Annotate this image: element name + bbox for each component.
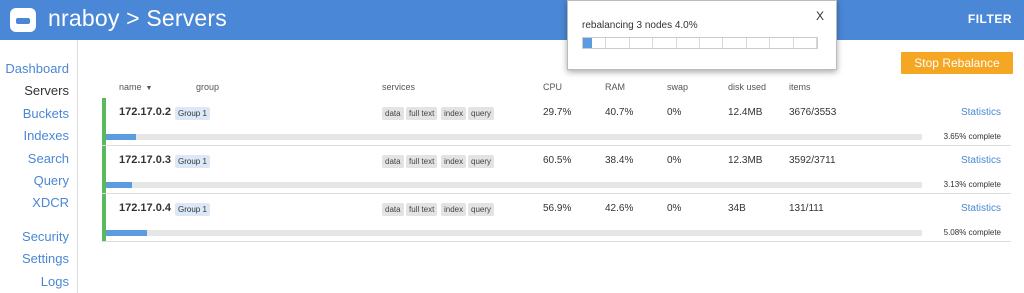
sort-down-icon: ▼: [145, 85, 153, 92]
cpu-value: 60.5%: [543, 155, 572, 166]
column-header-group[interactable]: group: [196, 82, 219, 92]
items-value: 3592/3711: [789, 155, 836, 166]
server-name: 172.17.0.3: [119, 154, 171, 166]
column-header-services: services: [382, 82, 416, 92]
stop-rebalance-button[interactable]: Stop Rebalance: [901, 52, 1013, 74]
page-title: nraboy > Servers: [48, 5, 227, 31]
service-badge: index: [441, 155, 467, 168]
statistics-link[interactable]: Statistics: [961, 203, 1001, 214]
swap-value: 0%: [667, 155, 682, 166]
swap-value: 0%: [667, 107, 682, 118]
rebalance-progress-text: 3.13% complete: [943, 180, 1001, 189]
group-badge: Group 1: [175, 203, 210, 216]
column-header-swap[interactable]: swap: [667, 82, 688, 92]
sidebar-item-security[interactable]: Security: [22, 229, 69, 244]
statistics-link[interactable]: Statistics: [961, 155, 1001, 166]
rebalance-progress-text: 3.65% complete: [943, 132, 1001, 141]
rebalance-progress-bar: [106, 182, 922, 188]
rebalance-progress-fill: [106, 182, 132, 188]
items-value: 3676/3553: [789, 107, 837, 118]
disk-used-value: 34B: [728, 203, 746, 214]
swap-value: 0%: [667, 203, 682, 214]
cpu-value: 56.9%: [543, 203, 572, 214]
server-row[interactable]: 172.17.0.3 Group 1 data full text index …: [102, 146, 1011, 194]
sidebar-item-search[interactable]: Search: [28, 151, 69, 166]
column-header-items[interactable]: items: [789, 82, 811, 92]
sidebar-item-indexes[interactable]: Indexes: [23, 128, 69, 143]
service-badge: full text: [406, 107, 438, 120]
couchbase-logo-icon: [10, 8, 36, 32]
filter-button[interactable]: FILTER: [968, 12, 1012, 26]
statistics-link[interactable]: Statistics: [961, 107, 1001, 118]
service-badge: full text: [406, 155, 438, 168]
rebalance-progress-fill: [106, 134, 136, 140]
service-badge: data: [382, 107, 404, 120]
ram-value: 42.6%: [605, 203, 634, 214]
server-name: 172.17.0.4: [119, 202, 171, 214]
rebalance-progress-bar: [106, 134, 922, 140]
sidebar-item-servers[interactable]: Servers: [24, 83, 69, 98]
service-badge: data: [382, 155, 404, 168]
disk-used-value: 12.4MB: [728, 107, 763, 118]
service-badge: data: [382, 203, 404, 216]
service-badge: query: [468, 107, 495, 120]
service-badge: full text: [406, 203, 438, 216]
ram-value: 40.7%: [605, 107, 634, 118]
sidebar-item-settings[interactable]: Settings: [22, 251, 69, 266]
column-header-ram[interactable]: RAM: [605, 82, 625, 92]
sidebar-item-logs[interactable]: Logs: [41, 274, 69, 289]
sidebar-item-buckets[interactable]: Buckets: [23, 106, 69, 121]
rebalance-overall-progress-fill: [583, 38, 593, 48]
column-header-name[interactable]: name ▼: [119, 82, 152, 92]
sidebar-item-xdcr[interactable]: XDCR: [32, 195, 69, 210]
rebalance-dialog: rebalancing 3 nodes 4.0% X: [567, 0, 837, 70]
group-badge: Group 1: [175, 155, 210, 168]
disk-used-value: 12.3MB: [728, 155, 763, 166]
cpu-value: 29.7%: [543, 107, 572, 118]
rebalance-progress-text: 5.08% complete: [943, 228, 1001, 237]
rebalance-overall-progress-bar: [582, 37, 818, 49]
top-bar: nraboy > Servers FILTER: [0, 0, 1024, 40]
service-badge: index: [441, 107, 467, 120]
server-row[interactable]: 172.17.0.4 Group 1 data full text index …: [102, 194, 1011, 242]
ram-value: 38.4%: [605, 155, 634, 166]
sidebar-item-dashboard[interactable]: Dashboard: [5, 61, 69, 76]
column-header-disk-used[interactable]: disk used: [728, 82, 766, 92]
group-badge: Group 1: [175, 107, 210, 120]
service-badge: query: [468, 203, 495, 216]
service-badge: query: [468, 155, 495, 168]
server-name: 172.17.0.2: [119, 106, 171, 118]
column-header-name-label: name: [119, 82, 142, 92]
column-header-cpu[interactable]: CPU: [543, 82, 562, 92]
rebalance-message: rebalancing 3 nodes 4.0%: [582, 20, 698, 31]
rebalance-progress-fill: [106, 230, 148, 236]
sidebar: Dashboard Servers Buckets Indexes Search…: [0, 40, 78, 293]
service-badge: index: [441, 203, 467, 216]
close-icon[interactable]: X: [816, 9, 824, 23]
rebalance-progress-bar: [106, 230, 922, 236]
server-row[interactable]: 172.17.0.2 Group 1 data full text index …: [102, 98, 1011, 146]
sidebar-item-query[interactable]: Query: [34, 173, 69, 188]
items-value: 131/111: [789, 203, 824, 214]
